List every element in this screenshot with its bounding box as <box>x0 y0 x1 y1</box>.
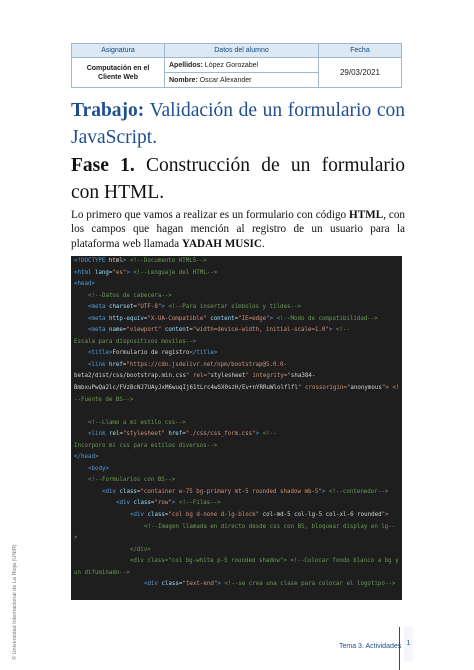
phase-heading: Fase 1. Construcción de un formulario co… <box>71 152 405 206</box>
side-notice: © Universidad Internacional de La Rioja … <box>12 544 18 660</box>
code-line: </head> <box>74 454 99 461</box>
code-line: <div class="col bg d-none d-lg-block" co… <box>130 512 389 519</box>
code-line: <!--Llamo a mi estilo css--> <box>88 419 186 426</box>
code-block: <!DOCTYPE html> <!--Documento HTML5--> <h… <box>71 256 402 600</box>
page-number: 1 <box>404 627 413 661</box>
header-table: Asignatura Datos del alumno Fecha Comput… <box>71 43 402 88</box>
intro-paragraph: Lo primero que vamos a realizar es un fo… <box>71 208 405 251</box>
code-line: <div class="row"> <!--Filas--> <box>116 500 221 507</box>
code-line: <head> <box>74 281 95 288</box>
code-line: <meta name="viewport" content="width=dev… <box>88 327 350 334</box>
col-student-header: Datos del alumno <box>164 43 319 58</box>
code-line: > <box>74 535 78 542</box>
name-label: Nombre: <box>169 76 198 84</box>
code-line: <!--Imagen llamada en directo desde css … <box>144 523 396 530</box>
intro-text-3: . <box>262 237 265 250</box>
code-line: <body> <box>88 465 109 472</box>
name-cell: Nombre: Oscar Alexander <box>164 72 319 88</box>
code-line: <meta charset="UTF-8"> <!--Para insertar… <box>88 304 301 311</box>
code-line: <html lang="es"> <!--Lenguaje del HTML--… <box>74 269 218 276</box>
code-line: <div class="text-end"> <!--se crea una c… <box>144 581 396 588</box>
surname-value: López Gorozabel <box>204 61 259 69</box>
intro-text-1: Lo primero que vamos a realizar es un fo… <box>71 209 350 221</box>
intro-bold-brand: YADAH MUSIC <box>181 237 262 250</box>
footer-divider <box>399 627 400 670</box>
code-line: <div class="col bg-white p-5 rounded sha… <box>74 558 399 565</box>
code-line: <link href="https://cdn.jsdelivr.net/npm… <box>88 361 287 368</box>
code-line: <title>Formulario de registro</title> <box>88 350 218 357</box>
code-line: beta2/dist/css/bootstrap.min.css" rel="s… <box>74 373 316 380</box>
code-line: --Fuente de BS--> <box>74 396 134 403</box>
code-line: BmbxuPwQa2lc/FVzBcNJ7UAyJxM6wuqIj61tLrc4… <box>74 385 400 392</box>
code-line: Incorporo mi css para estilos diversos--… <box>74 442 218 449</box>
phase-label: Fase 1. <box>71 155 135 176</box>
surname-label: Apellidos: <box>169 61 203 69</box>
course-name: Computación en el Cliente Web <box>71 57 165 88</box>
code-line: <!--Datos de cabecera--> <box>88 292 172 299</box>
code-line: un difuminado--> <box>74 569 130 576</box>
intro-bold-html: HTML <box>349 209 384 221</box>
code-line: <!DOCTYPE html> <!--Documento HTML5--> <box>74 258 207 264</box>
footer-section: Tema 3. Actividades <box>339 643 402 650</box>
side-notice-wrap: © Universidad Internacional de La Rioja … <box>12 520 22 660</box>
code-line: </div> <box>74 546 151 553</box>
name-value: Oscar Alexander <box>199 76 252 84</box>
surname-cell: Apellidos: López Gorozabel <box>164 57 319 73</box>
code-line: <!--Formularios con BS--> <box>88 477 176 484</box>
date-value: 29/03/2021 <box>318 57 402 88</box>
col-date-header: Fecha <box>318 43 402 58</box>
code-line: <meta http-equiv="X-UA-Compatible" conte… <box>88 315 378 322</box>
code-line: <div class="container w-75 bg-primary mt… <box>102 488 389 495</box>
code-line: Escala para dispositivos moviles--> <box>74 338 197 345</box>
title-label: Trabajo: <box>71 100 145 121</box>
code-line: <link rel="stylesheet" href="./css/css_f… <box>88 431 277 438</box>
document-title: Trabajo: Validación de un formulario con… <box>71 97 405 151</box>
col-subject-header: Asignatura <box>71 43 165 58</box>
